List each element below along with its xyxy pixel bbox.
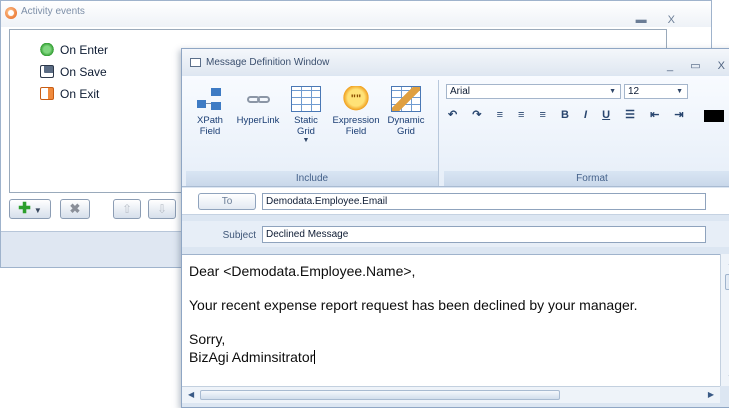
bold-button[interactable]: B xyxy=(561,109,569,121)
scroll-thumb[interactable] xyxy=(725,274,729,290)
chevron-down-icon[interactable]: ▼ xyxy=(282,137,330,144)
font-select[interactable]: Arial ▼ xyxy=(446,84,621,99)
to-field[interactable]: Demodata.Employee.Email xyxy=(262,193,706,210)
event-label: On Save xyxy=(60,65,107,79)
scroll-thumb[interactable] xyxy=(200,390,560,400)
body-line: Your recent expense report request has b… xyxy=(189,297,638,313)
button-label: Expression xyxy=(332,115,380,126)
format-group: Arial ▼ 12 ▼ ↶ ↷ ≡ ≡ ≡ B I U ☰ ⇤ ⇥ Forma xyxy=(444,80,729,186)
button-label: HyperLink xyxy=(236,115,280,126)
event-item-on-save[interactable]: On Save xyxy=(40,65,107,83)
events-toolbar: ✚ ▼ ✖ ⇧ ⇩ xyxy=(9,199,209,221)
move-up-button[interactable]: ⇧ xyxy=(113,199,141,219)
include-group: XPath Field HyperLink Static Grid ▼ "" E… xyxy=(186,80,439,186)
button-label: Dynamic xyxy=(387,115,425,126)
maximize-button[interactable]: ▭ xyxy=(690,60,700,72)
window-icon xyxy=(190,58,201,67)
static-grid-button[interactable]: Static Grid ▼ xyxy=(282,86,330,144)
event-label: On Exit xyxy=(60,87,100,101)
bullet-list-button[interactable]: ☰ xyxy=(625,108,635,121)
message-body-editor[interactable]: Dear <Demodata.Employee.Name>, Your rece… xyxy=(182,254,720,387)
button-label: Grid xyxy=(397,126,415,137)
message-window-controls: _ ▭ X xyxy=(667,59,729,72)
format-toolbar: ↶ ↷ ≡ ≡ ≡ B I U ☰ ⇤ ⇥ xyxy=(448,108,696,124)
expression-field-button[interactable]: "" Expression Field xyxy=(332,86,380,137)
message-definition-window: Message Definition Window _ ▭ X XPath Fi… xyxy=(181,48,729,408)
include-group-label: Include xyxy=(186,171,438,186)
font-size-select[interactable]: 12 ▼ xyxy=(624,84,688,99)
minimize-button[interactable]: _ xyxy=(667,60,673,72)
subject-label: Subject xyxy=(222,230,256,241)
minimize-button[interactable]: ▬ xyxy=(636,14,647,26)
hyperlink-button[interactable]: HyperLink xyxy=(234,86,282,126)
button-label: Field xyxy=(345,126,367,137)
font-size-value: 12 xyxy=(628,86,640,97)
xpath-icon xyxy=(195,86,225,112)
subject-field[interactable]: Declined Message xyxy=(262,226,706,243)
message-window-titlebar: Message Definition Window _ ▭ X xyxy=(182,49,729,75)
body-line: Dear <Demodata.Employee.Name>, xyxy=(189,263,416,279)
button-label: Field xyxy=(199,126,221,137)
move-down-button[interactable]: ⇩ xyxy=(148,199,176,219)
body-line: BizAgi Adminsitrator xyxy=(189,349,315,365)
static-grid-icon xyxy=(291,86,321,112)
delete-event-button[interactable]: ✖ xyxy=(60,199,90,219)
font-value: Arial xyxy=(450,86,471,97)
close-button[interactable]: X xyxy=(718,60,725,72)
to-button[interactable]: To xyxy=(198,193,256,210)
button-label: XPath xyxy=(197,115,223,126)
indent-button[interactable]: ⇥ xyxy=(674,108,683,121)
close-button[interactable]: X xyxy=(668,14,675,26)
undo-button[interactable]: ↶ xyxy=(448,108,457,121)
plus-icon: ✚ xyxy=(18,200,31,217)
enter-icon xyxy=(40,43,54,56)
event-item-on-enter[interactable]: On Enter xyxy=(40,43,108,61)
align-center-button[interactable]: ≡ xyxy=(518,109,524,121)
align-left-button[interactable]: ≡ xyxy=(497,109,503,121)
horizontal-scrollbar[interactable]: ◀ ▶ xyxy=(182,386,720,403)
hyperlink-icon xyxy=(243,86,273,112)
align-right-button[interactable]: ≡ xyxy=(540,109,546,121)
text-caret xyxy=(314,350,316,364)
save-icon xyxy=(40,65,54,78)
activity-icon xyxy=(5,7,17,19)
chevron-down-icon: ▼ xyxy=(676,88,683,95)
activity-window-controls: ▬ X xyxy=(618,14,675,26)
add-event-button[interactable]: ✚ ▼ xyxy=(9,199,51,219)
chevron-down-icon: ▼ xyxy=(609,88,616,95)
message-window-title: Message Definition Window xyxy=(206,57,330,68)
button-label: Static xyxy=(294,115,318,126)
scroll-right-icon[interactable]: ▶ xyxy=(708,390,714,399)
event-item-on-exit[interactable]: On Exit xyxy=(40,87,99,105)
scroll-left-icon[interactable]: ◀ xyxy=(188,390,194,399)
body-line-signature: BizAgi Adminsitrator xyxy=(189,349,316,365)
text-color-swatch[interactable] xyxy=(704,110,724,122)
body-line: Sorry, xyxy=(189,331,226,347)
format-group-label: Format xyxy=(444,171,729,186)
outdent-button[interactable]: ⇤ xyxy=(650,108,659,121)
subject-row: Subject Declined Message xyxy=(182,221,729,247)
dynamic-grid-button[interactable]: Dynamic Grid xyxy=(382,86,430,137)
to-row: To Demodata.Employee.Email xyxy=(182,188,729,215)
vertical-scrollbar[interactable]: ▲ ▼ xyxy=(720,254,729,386)
dynamic-grid-icon xyxy=(391,86,421,112)
activity-events-titlebar: Activity events ▬ X xyxy=(1,1,711,27)
redo-button[interactable]: ↷ xyxy=(472,108,481,121)
arrow-down-icon: ⇩ xyxy=(156,202,168,216)
event-label: On Enter xyxy=(60,43,109,57)
arrow-up-icon: ⇧ xyxy=(121,202,133,216)
chevron-down-icon: ▼ xyxy=(33,206,42,215)
italic-button[interactable]: I xyxy=(584,109,587,121)
expression-icon: "" xyxy=(341,86,371,112)
activity-events-title: Activity events xyxy=(21,6,85,17)
xpath-field-button[interactable]: XPath Field xyxy=(186,86,234,137)
exit-icon xyxy=(40,87,54,100)
delete-icon: ✖ xyxy=(69,201,81,216)
button-label: Grid xyxy=(297,126,315,137)
ribbon: XPath Field HyperLink Static Grid ▼ "" E… xyxy=(182,76,729,187)
underline-button[interactable]: U xyxy=(602,109,610,121)
